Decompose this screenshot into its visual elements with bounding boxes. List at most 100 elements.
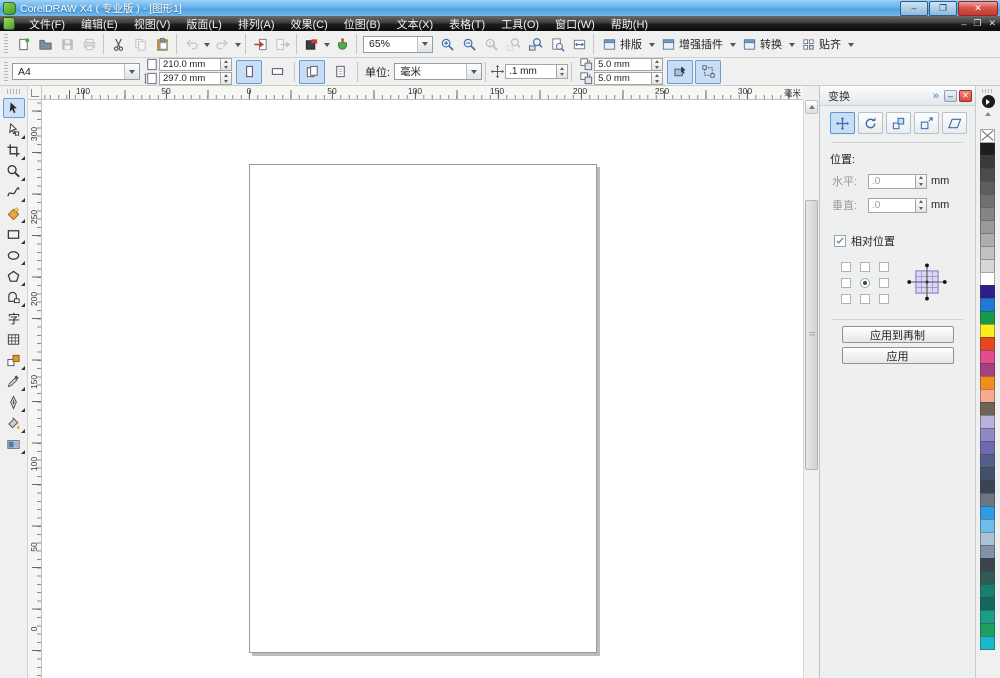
color-swatch[interactable]	[980, 272, 995, 286]
redo-button[interactable]	[211, 33, 233, 55]
color-swatch[interactable]	[980, 298, 995, 312]
apply-to-duplicate-button[interactable]: 应用到再制	[842, 326, 954, 343]
color-swatch[interactable]	[980, 441, 995, 455]
application-launcher-button-dropdown[interactable]	[322, 33, 331, 55]
menu-tools[interactable]: 工具(O)	[493, 15, 547, 33]
color-swatch[interactable]	[980, 584, 995, 598]
document-minimize-button[interactable]: –	[961, 19, 966, 29]
convert-button-dropdown[interactable]	[787, 33, 796, 55]
vertical-scrollbar[interactable]	[803, 100, 818, 678]
polygon-tool[interactable]	[3, 266, 25, 286]
layout-toolbar-button-dropdown[interactable]	[647, 33, 656, 55]
current-page-button[interactable]	[327, 60, 353, 84]
copy-button[interactable]	[129, 33, 151, 55]
color-swatch[interactable]	[980, 311, 995, 325]
color-swatch[interactable]	[980, 350, 995, 364]
menu-layout[interactable]: 版面(L)	[178, 15, 229, 33]
paper-width-spinner[interactable]	[221, 58, 232, 71]
print-button[interactable]	[78, 33, 100, 55]
new-document-button[interactable]	[12, 33, 34, 55]
cut-button[interactable]	[107, 33, 129, 55]
save-button[interactable]	[56, 33, 78, 55]
landscape-button[interactable]	[264, 60, 290, 84]
transform-rotate-button[interactable]	[858, 112, 883, 134]
text-tool[interactable]: 字	[3, 308, 25, 328]
ellipse-tool[interactable]	[3, 245, 25, 265]
anchor-center-radio[interactable]	[860, 278, 870, 288]
nudge-spinner[interactable]	[557, 64, 568, 79]
color-swatch[interactable]	[980, 259, 995, 273]
transform-position-button[interactable]	[830, 112, 855, 134]
export-button[interactable]	[271, 33, 293, 55]
color-swatch[interactable]	[980, 454, 995, 468]
undo-button[interactable]	[180, 33, 202, 55]
color-swatch[interactable]	[980, 363, 995, 377]
position-spinner[interactable]	[916, 198, 927, 213]
menu-help[interactable]: 帮助(H)	[603, 15, 656, 33]
color-swatch[interactable]	[980, 545, 995, 559]
zoom-selected-button[interactable]	[502, 33, 524, 55]
color-swatch[interactable]	[980, 155, 995, 169]
snap-button-dropdown[interactable]	[846, 33, 855, 55]
enhanced-plugins-button-dropdown[interactable]	[728, 33, 737, 55]
color-swatch[interactable]	[980, 610, 995, 624]
transform-scale-mirror-button[interactable]	[886, 112, 911, 134]
freehand-tool[interactable]	[3, 182, 25, 202]
close-button[interactable]: ✕	[958, 1, 998, 16]
palette-flyout-button[interactable]	[982, 95, 995, 108]
welcome-screen-button[interactable]	[331, 33, 353, 55]
interactive-fill-tool[interactable]	[3, 434, 25, 454]
palette-scroll-up-button[interactable]	[981, 109, 996, 118]
color-swatch[interactable]	[980, 402, 995, 416]
snap-button[interactable]: 贴齐	[796, 33, 846, 55]
redo-button-dropdown[interactable]	[233, 33, 242, 55]
paste-button[interactable]	[151, 33, 173, 55]
color-swatch[interactable]	[980, 493, 995, 507]
color-swatch[interactable]	[980, 389, 995, 403]
anchor-checkbox[interactable]	[860, 294, 870, 304]
zoom-page-width-button[interactable]	[568, 33, 590, 55]
color-swatch[interactable]	[980, 519, 995, 533]
duplicate-y-spinner[interactable]	[652, 72, 663, 85]
docker-minimize-button[interactable]: –	[944, 90, 957, 102]
color-swatch[interactable]	[980, 324, 995, 338]
anchor-checkbox[interactable]	[841, 262, 851, 272]
color-swatch[interactable]	[980, 376, 995, 390]
document-close-button[interactable]: ✕	[988, 18, 996, 29]
paper-height-field[interactable]: 297.0 mm	[159, 72, 221, 85]
menu-arrange[interactable]: 排列(A)	[230, 15, 283, 33]
units-combo[interactable]: 毫米	[394, 63, 482, 80]
all-pages-button[interactable]	[299, 60, 325, 84]
outline-pen-tool[interactable]	[3, 392, 25, 412]
scroll-up-button[interactable]	[805, 100, 818, 114]
drawing-page[interactable]	[249, 164, 597, 653]
duplicate-x-spinner[interactable]	[652, 58, 663, 71]
chevron-down-icon[interactable]	[417, 37, 432, 52]
color-swatch[interactable]	[980, 467, 995, 481]
document-restore-button[interactable]: ❐	[973, 18, 981, 29]
chevron-down-icon[interactable]	[124, 64, 139, 79]
color-swatch[interactable]	[980, 207, 995, 221]
menu-window[interactable]: 窗口(W)	[547, 15, 603, 33]
nudge-field[interactable]: .1 mm	[505, 64, 557, 79]
undo-button-dropdown[interactable]	[202, 33, 211, 55]
duplicate-y-field[interactable]: 5.0 mm	[594, 72, 652, 85]
basic-shapes-tool[interactable]	[3, 287, 25, 307]
anchor-checkbox[interactable]	[879, 278, 889, 288]
color-swatch[interactable]	[980, 558, 995, 572]
color-swatch[interactable]	[980, 428, 995, 442]
zoom-tool[interactable]	[3, 161, 25, 181]
maximize-button[interactable]: ❐	[929, 1, 957, 16]
paper-height-spinner[interactable]	[221, 72, 232, 85]
color-swatch[interactable]	[980, 168, 995, 182]
paper-width-field[interactable]: 210.0 mm	[159, 58, 221, 71]
menu-bitmaps[interactable]: 位图(B)	[336, 15, 389, 33]
paper-preset-combo[interactable]: A4	[12, 63, 140, 80]
menu-effects[interactable]: 效果(C)	[283, 15, 336, 33]
position-value-field[interactable]: .0	[868, 174, 916, 189]
anchor-checkbox[interactable]	[879, 294, 889, 304]
ruler-origin-corner[interactable]	[28, 86, 42, 100]
drawing-canvas[interactable]	[42, 100, 803, 678]
blend-tool[interactable]	[3, 350, 25, 370]
color-swatch[interactable]	[980, 285, 995, 299]
